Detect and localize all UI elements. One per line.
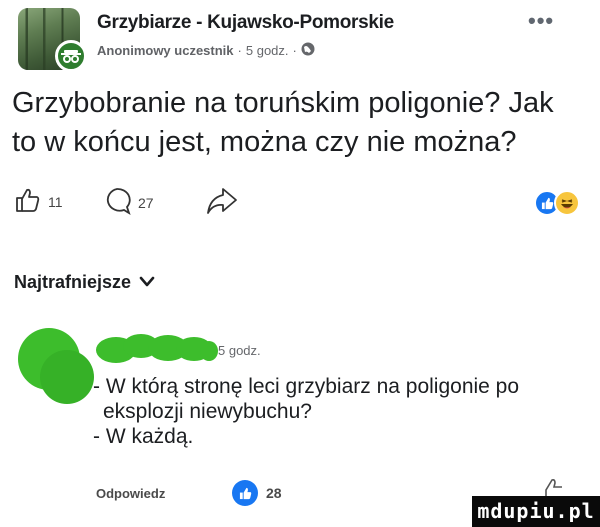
comment-time[interactable]: 5 godz. (218, 343, 261, 358)
comment-like-count: 28 (266, 485, 282, 501)
thumbs-up-icon (14, 186, 42, 217)
globe-icon (301, 42, 315, 59)
comment-button[interactable]: 27 (102, 186, 154, 219)
commenter-name-redacted (96, 334, 218, 363)
comment-reactions[interactable]: 28 (232, 480, 282, 506)
more-options-button[interactable]: ••• (528, 8, 554, 34)
chevron-down-icon (139, 272, 155, 293)
post-meta: Anonimowy uczestnik · 5 godz. · (97, 42, 315, 59)
post-action-bar: 11 27 (12, 186, 592, 226)
commenter-avatar-blur (40, 350, 94, 404)
post-text: Grzybobranie na toruńskim poligonie? Jak… (12, 84, 592, 162)
share-button[interactable] (206, 186, 238, 219)
comment-text-line: - W którą stronę leci grzybiarz na polig… (93, 375, 520, 398)
comment-text-line: - W każdą. (93, 425, 194, 448)
anonymous-badge-icon (55, 40, 87, 72)
reply-button[interactable]: Odpowiedz (96, 486, 165, 501)
comment-text-line: eksplozji niewybuchu? (103, 400, 312, 423)
comment-text: - W którą stronę leci grzybiarz na polig… (93, 374, 593, 449)
group-name[interactable]: Grzybiarze - Kujawsko-Pomorskie (97, 12, 394, 34)
meta-separator: · (292, 43, 297, 58)
share-arrow-icon (206, 186, 238, 219)
like-button[interactable]: 11 (14, 186, 63, 217)
comment-sort-dropdown[interactable]: Najtrafniejsze (14, 272, 155, 293)
haha-reaction-icon (554, 190, 580, 216)
post-author[interactable]: Anonimowy uczestnik (97, 43, 234, 58)
sort-label-text: Najtrafniejsze (14, 272, 132, 292)
post-time[interactable]: 5 godz. (246, 43, 289, 58)
comment-bubble-icon (102, 186, 132, 219)
like-reaction-icon (232, 480, 258, 506)
meta-separator: · (237, 43, 242, 58)
post-text-line: to w końcu jest, można czy nie można? (12, 126, 517, 158)
post-text-line: Grzybobranie na toruńskim poligonie? Jak (12, 87, 554, 119)
comment-count: 27 (138, 194, 154, 211)
site-watermark: mdupiu.pl (472, 496, 600, 527)
comment-actions: Odpowiedz (96, 486, 165, 501)
like-count: 11 (48, 193, 63, 210)
reaction-summary[interactable] (534, 190, 580, 216)
